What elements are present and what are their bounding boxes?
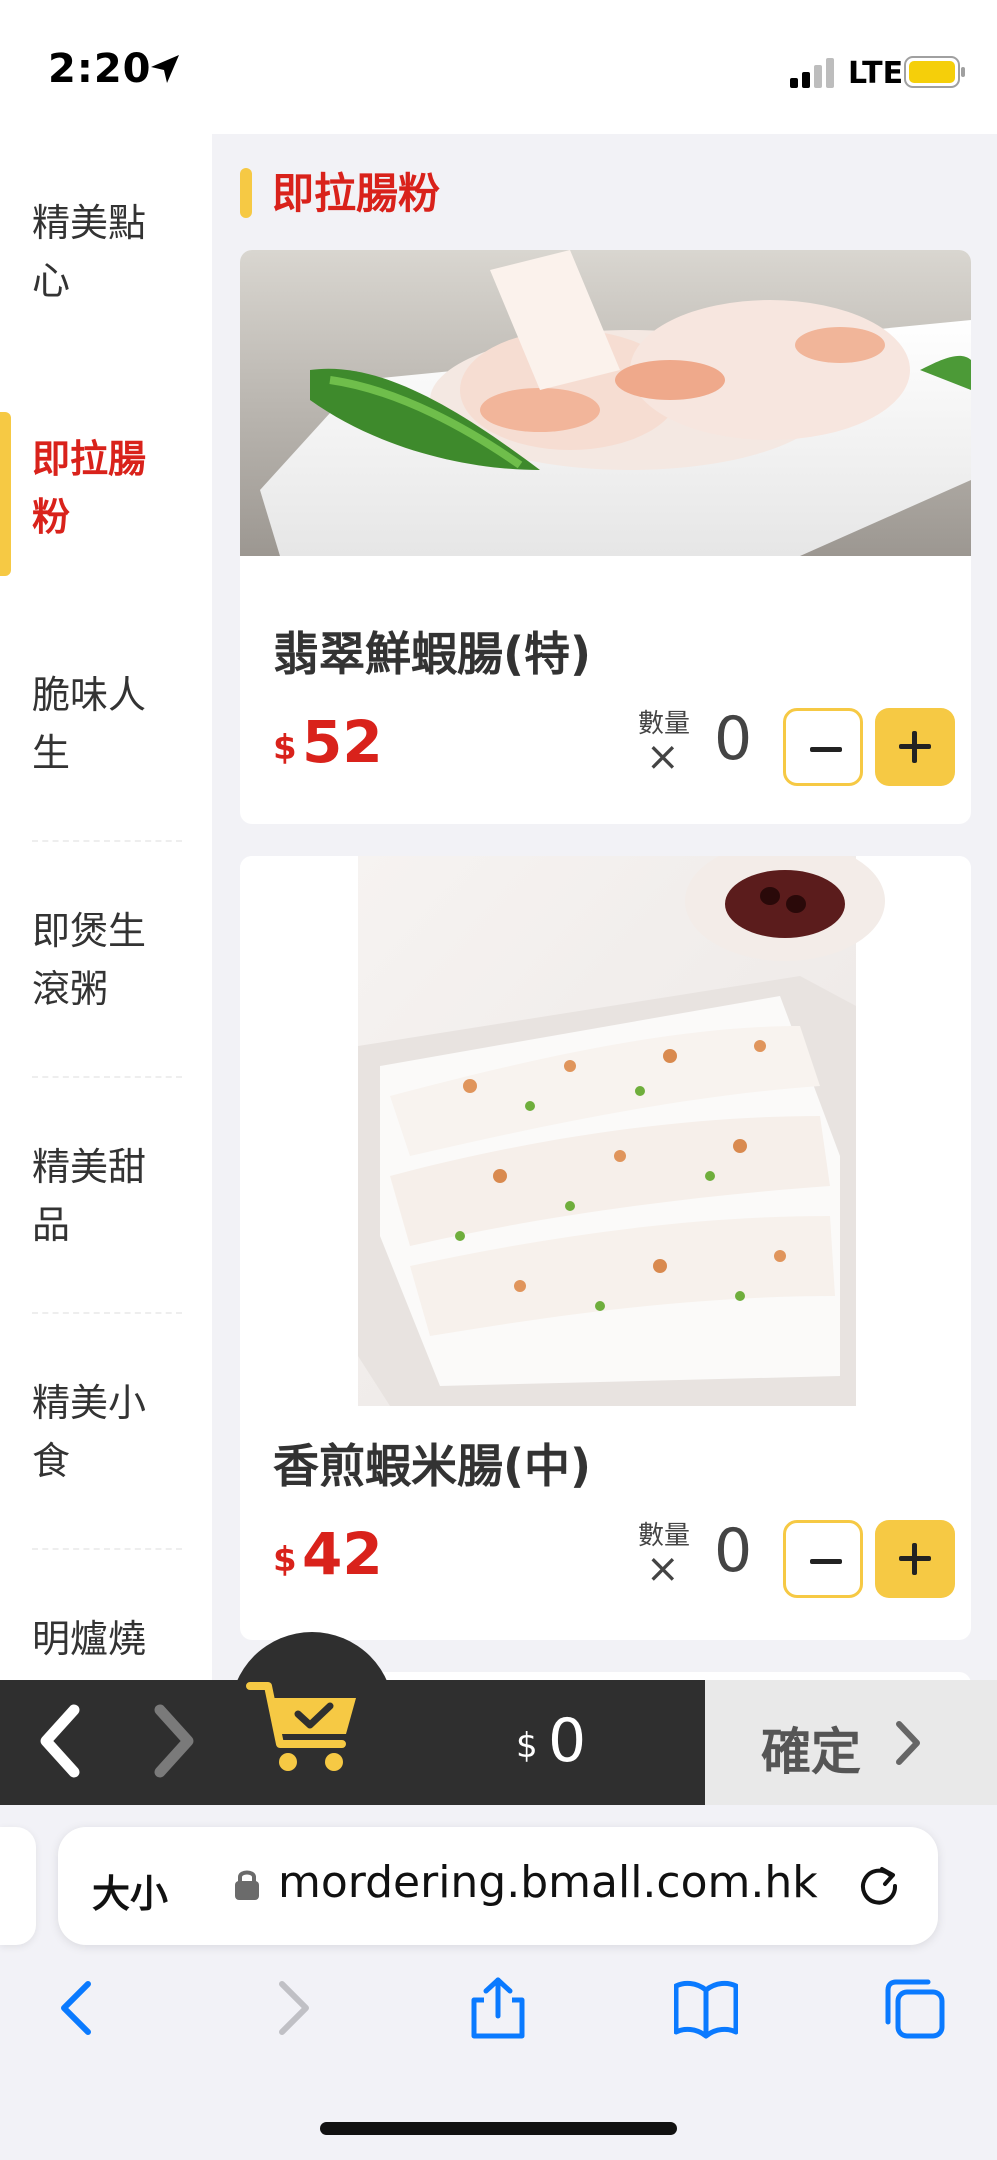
chevron-left-icon[interactable] — [30, 1696, 90, 1786]
category-sidebar: 精美點心 即拉腸粉 脆味人生 即煲生滾粥 精美甜品 精美小食 明爐燒 — [0, 134, 212, 1680]
status-bar: 2:20 LTE — [0, 0, 997, 134]
plus-icon — [899, 1543, 931, 1575]
sidebar-item-snacks[interactable]: 精美小食 — [0, 1314, 212, 1550]
sidebar-item-label: 脆味人生 — [32, 673, 147, 775]
plus-icon — [899, 731, 931, 763]
location-arrow-icon — [151, 55, 179, 83]
home-indicator — [320, 2122, 677, 2135]
forward-icon[interactable] — [260, 1976, 324, 2040]
product-price: 52 — [302, 708, 383, 776]
chevron-right-icon — [896, 1721, 920, 1765]
quantity-multiplier: × — [646, 734, 680, 780]
cart-total-currency: $ — [516, 1726, 538, 1766]
address-bar[interactable]: 大小 mordering.bmall.com.hk — [58, 1827, 938, 1945]
price-currency: $ — [273, 1540, 297, 1580]
decrease-quantity-button[interactable] — [783, 708, 863, 786]
increase-quantity-button[interactable] — [875, 1520, 955, 1598]
product-price: 42 — [302, 1520, 383, 1588]
bookmarks-icon[interactable] — [674, 1976, 738, 2040]
sidebar-item-congee[interactable]: 即煲生滾粥 — [0, 842, 212, 1078]
sidebar-item-crispy[interactable]: 脆味人生 — [0, 606, 212, 842]
minus-icon — [810, 1559, 842, 1564]
sidebar-item-label: 精美點心 — [32, 201, 147, 303]
cart-total: 0 — [548, 1706, 587, 1776]
battery-icon — [904, 56, 965, 88]
section-accent-bar — [240, 168, 252, 218]
confirm-label: 確定 — [761, 1723, 861, 1781]
minus-icon — [810, 747, 842, 752]
reload-icon[interactable] — [856, 1863, 902, 1909]
active-indicator — [0, 412, 11, 576]
network-type: LTE — [848, 56, 904, 91]
product-image-shrimp-rice-roll[interactable] — [240, 250, 971, 556]
product-name: 香煎蝦米腸(中) — [273, 1439, 592, 1493]
product-card: 香煎蝦米腸(中) $ 42 數量 × 0 — [240, 856, 971, 1640]
shopping-cart-icon[interactable] — [246, 1680, 366, 1780]
url-text: mordering.bmall.com.hk — [278, 1857, 818, 1908]
chevron-right-icon[interactable] — [144, 1696, 204, 1786]
product-image-dried-shrimp-rice-roll[interactable] — [240, 856, 971, 1406]
confirm-button[interactable]: 確定 — [705, 1680, 997, 1805]
sidebar-item-desserts[interactable]: 精美甜品 — [0, 1078, 212, 1314]
quantity-multiplier: × — [646, 1546, 680, 1592]
sidebar-item-label: 精美甜品 — [32, 1145, 147, 1247]
product-name: 翡翠鮮蝦腸(特) — [273, 627, 592, 681]
sidebar-item-label: 精美小食 — [32, 1381, 147, 1483]
increase-quantity-button[interactable] — [875, 708, 955, 786]
cellular-signal-icon — [790, 58, 834, 88]
share-icon[interactable] — [466, 1976, 530, 2040]
price-currency: $ — [273, 728, 297, 768]
sidebar-item-dim-sum[interactable]: 精美點心 — [0, 134, 212, 370]
section-title: 即拉腸粉 — [272, 169, 441, 218]
sidebar-item-label: 即煲生滾粥 — [32, 909, 147, 1011]
lock-icon — [235, 1870, 259, 1900]
product-list: 即拉腸粉 翡翠鮮蝦腸(特) $ 52 數量 × 0 香煎蝦米腸(中) $ 42 … — [212, 134, 997, 1680]
previous-tab-preview[interactable] — [0, 1827, 36, 1945]
decrease-quantity-button[interactable] — [783, 1520, 863, 1598]
text-size-button[interactable]: 大小 — [92, 1863, 168, 1918]
sidebar-item-label: 即拉腸粉 — [32, 437, 147, 539]
sidebar-item-rice-rolls[interactable]: 即拉腸粉 — [0, 370, 212, 606]
quantity-value: 0 — [714, 704, 753, 774]
product-card: 翡翠鮮蝦腸(特) $ 52 數量 × 0 — [240, 250, 971, 824]
back-icon[interactable] — [46, 1976, 110, 2040]
sidebar-item-label: 明爐燒 — [32, 1617, 147, 1661]
quantity-value: 0 — [714, 1516, 753, 1586]
status-time: 2:20 — [48, 46, 152, 92]
tabs-icon[interactable] — [882, 1976, 946, 2040]
